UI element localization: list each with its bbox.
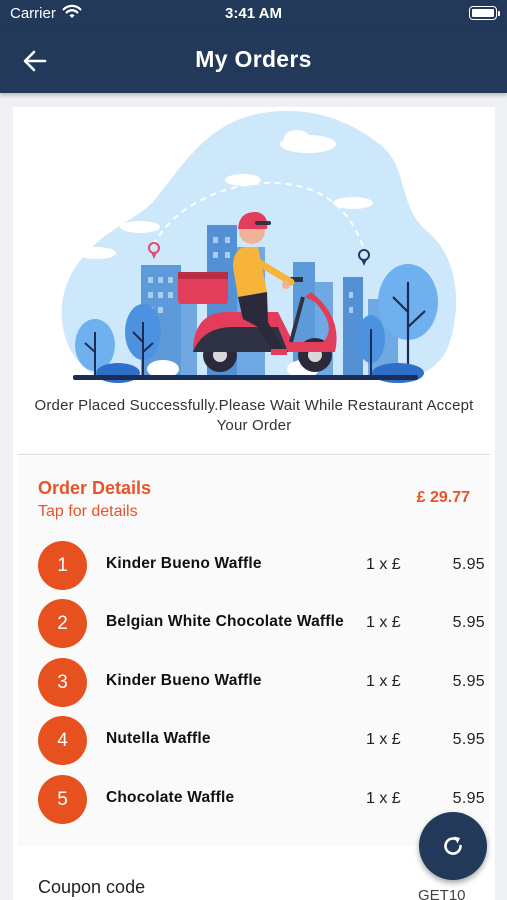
delivery-illustration: [61, 110, 457, 383]
item-number-badge: 5: [38, 775, 87, 824]
item-quantity: 1 x £: [366, 556, 401, 573]
order-item: 3 Kinder Bueno Waffle 1 x £ 5.95: [38, 658, 485, 708]
item-number-badge: 2: [38, 599, 87, 648]
item-number-badge: 4: [38, 716, 87, 765]
order-confirmation-message: Order Placed Successfully.Please Wait Wh…: [34, 397, 474, 434]
status-time: 3:41 AM: [225, 5, 282, 22]
item-number-badge: 3: [38, 658, 87, 707]
order-card: Order Placed Successfully.Please Wait Wh…: [13, 107, 495, 900]
order-item: 1 Kinder Bueno Waffle 1 x £ 5.95: [38, 541, 485, 591]
item-price: 5.95: [452, 731, 485, 748]
item-quantity: 1 x £: [366, 673, 401, 690]
order-details-section[interactable]: Order Details Tap for details £ 29.77 1 …: [18, 456, 490, 846]
item-quantity: 1 x £: [366, 614, 401, 631]
item-number-badge: 1: [38, 541, 87, 590]
coupon-code-label: Coupon code: [38, 877, 146, 897]
item-name: Nutella Waffle: [106, 730, 211, 747]
order-item: 2 Belgian White Chocolate Waffle 1 x £ 5…: [38, 599, 485, 649]
item-name: Kinder Bueno Waffle: [106, 672, 262, 689]
coupon-code-value: GET10: [418, 887, 466, 900]
divider: [18, 454, 490, 455]
item-name: Kinder Bueno Waffle: [106, 555, 262, 572]
order-item: 4 Nutella Waffle 1 x £ 5.95: [38, 716, 485, 766]
battery-icon: [469, 6, 500, 20]
item-price: 5.95: [452, 673, 485, 690]
status-bar: Carrier 3:41 AM: [0, 0, 507, 28]
order-total: £ 29.77: [416, 489, 470, 506]
order-details-title: Order Details: [38, 478, 152, 498]
refresh-button[interactable]: [419, 812, 487, 880]
app-header: My Orders: [0, 28, 507, 93]
refresh-icon: [444, 836, 462, 855]
item-name: Belgian White Chocolate Waffle: [106, 613, 344, 630]
item-name: Chocolate Waffle: [106, 789, 235, 806]
page-title: My Orders: [195, 46, 312, 72]
item-price: 5.95: [452, 614, 485, 631]
item-quantity: 1 x £: [366, 790, 401, 807]
item-price: 5.95: [452, 556, 485, 573]
item-price: 5.95: [452, 790, 485, 807]
order-item: 5 Chocolate Waffle 1 x £ 5.95: [38, 775, 485, 825]
tap-for-details-link[interactable]: Tap for details: [38, 503, 138, 521]
item-quantity: 1 x £: [366, 731, 401, 748]
